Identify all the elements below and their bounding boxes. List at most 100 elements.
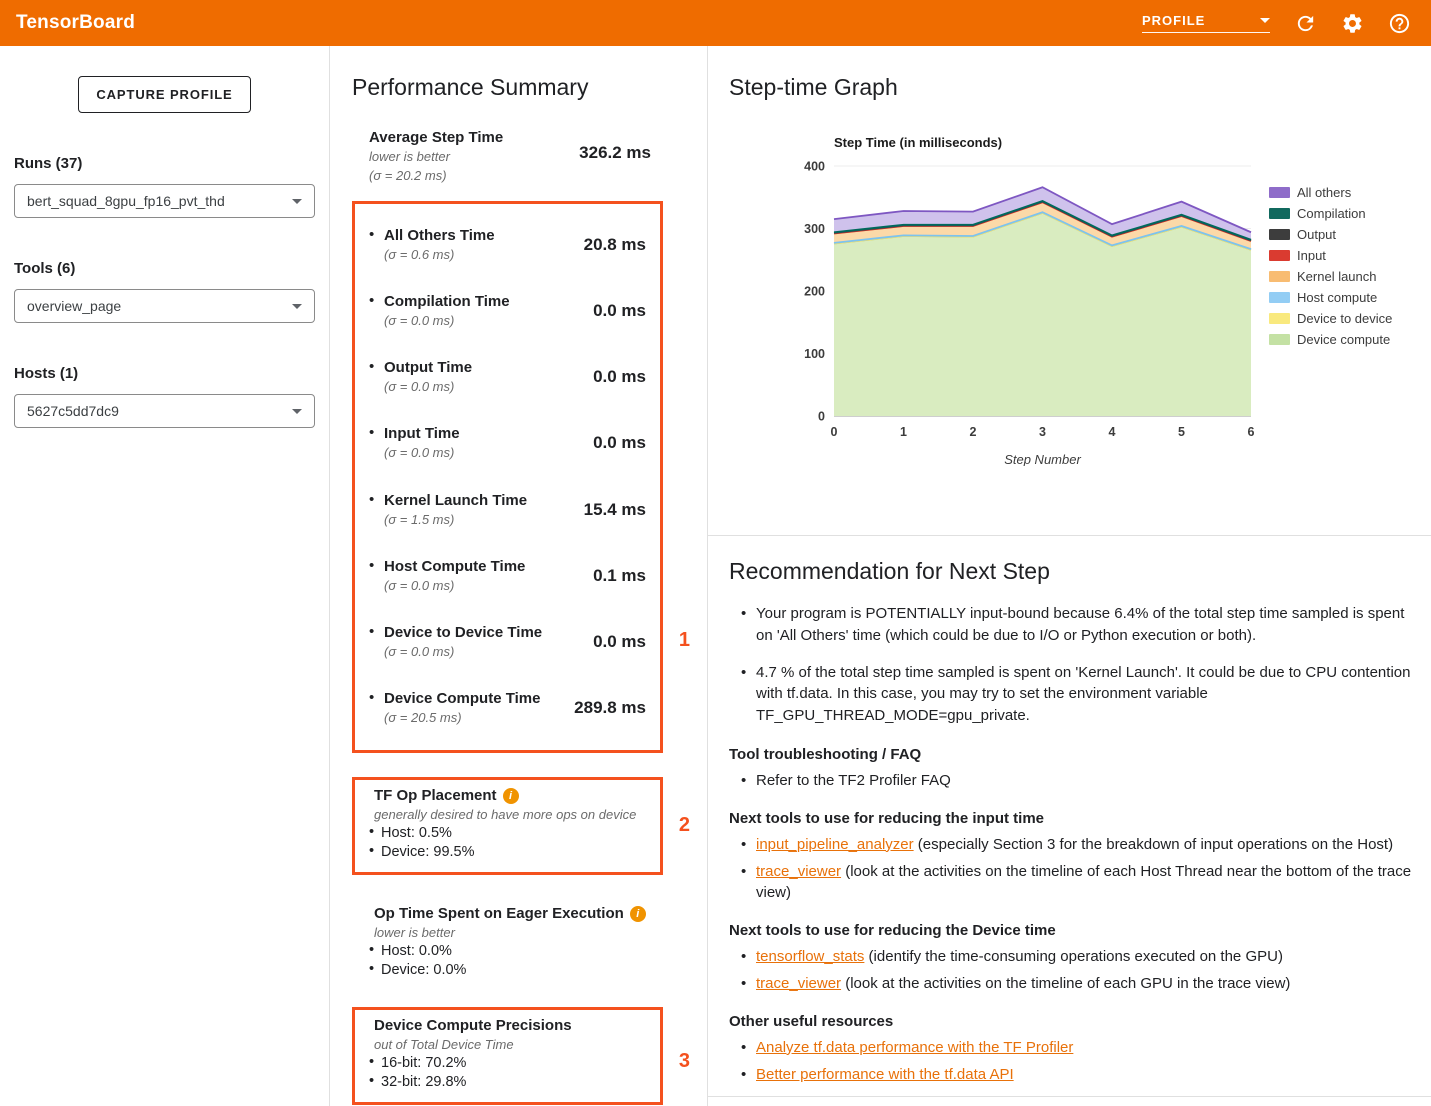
tfdata-api-link[interactable]: Better performance with the tf.data API [756, 1066, 1014, 1083]
annotation-box-1: 1 All Others Time (σ = 0.6 ms) 20.8 ms C… [352, 201, 663, 753]
metric-value: 0.0 ms [593, 301, 646, 321]
metric-label: All Others Time [384, 227, 495, 244]
eager-host: Host: 0.0% [367, 942, 663, 962]
rec-list-item: Better performance with the tf.data API [737, 1064, 1413, 1085]
chevron-down-icon [1260, 18, 1270, 23]
rec-list-item: input_pipeline_analyzer (especially Sect… [737, 834, 1413, 855]
rec-list-item: tensorflow_stats (identify the time-cons… [737, 946, 1413, 967]
svg-text:0: 0 [831, 425, 838, 439]
rec-list-item: trace_viewer (look at the activities on … [737, 861, 1413, 903]
runs-select[interactable]: bert_squad_8gpu_fp16_pvt_thd [14, 184, 315, 218]
metric-label: Device Compute Time [384, 690, 540, 707]
settings-gear-icon[interactable] [1341, 12, 1364, 35]
runs-label: Runs (37) [14, 155, 315, 172]
eager-subtitle: lower is better [374, 925, 663, 940]
annotation-number-1: 1 [679, 629, 690, 652]
rec-item-text: Refer to the TF2 Profiler FAQ [756, 772, 951, 789]
metric-row: Output Time (σ = 0.0 ms) 0.0 ms [369, 344, 646, 410]
metric-row: All Others Time (σ = 0.6 ms) 20.8 ms [369, 212, 646, 278]
svg-text:Step Time (in milliseconds): Step Time (in milliseconds) [834, 135, 1002, 150]
hosts-select-value: 5627c5dd7dc9 [27, 403, 119, 419]
rec-list-item: Refer to the TF2 Profiler FAQ [737, 770, 1413, 791]
metric-label: Kernel Launch Time [384, 492, 527, 509]
performance-summary-title: Performance Summary [352, 74, 663, 101]
svg-text:6: 6 [1248, 425, 1255, 439]
chevron-down-icon [292, 304, 302, 309]
sidebar: CAPTURE PROFILE Runs (37) bert_squad_8gp… [0, 46, 330, 1106]
app-title: TensorBoard [16, 12, 135, 34]
tf-op-placement-device: Device: 99.5% [367, 843, 648, 863]
chevron-down-icon [292, 409, 302, 414]
dashboard-selector[interactable]: PROFILE [1142, 13, 1270, 33]
legend-item: Compilation [1269, 207, 1392, 220]
recommendation-bullet: Your program is POTENTIALLY input-bound … [737, 603, 1413, 647]
annotation-box-2: 2 TF Op Placement generally desired to h… [352, 777, 663, 875]
legend-item: Host compute [1269, 291, 1392, 304]
precisions-title: Device Compute Precisions [374, 1017, 572, 1034]
performance-summary-panel: Performance Summary Average Step Time lo… [330, 46, 708, 1106]
info-icon[interactable] [503, 788, 519, 804]
svg-text:Step Number: Step Number [1004, 452, 1081, 466]
input-pipeline-analyzer-link[interactable]: input_pipeline_analyzer [756, 836, 914, 853]
rec-section-list: tensorflow_stats (identify the time-cons… [737, 946, 1413, 994]
legend-item: Input [1269, 249, 1392, 262]
recommendation-bullet: 4.7 % of the total step time sampled is … [737, 662, 1413, 727]
metric-label: Device to Device Time [384, 624, 542, 641]
metric-sigma: (σ = 0.0 ms) [384, 578, 525, 594]
metric-label: Compilation Time [384, 293, 510, 310]
metric-value: 15.4 ms [584, 500, 646, 520]
metric-sigma: (σ = 20.2 ms) [369, 168, 503, 184]
legend-label: Host compute [1297, 290, 1377, 305]
precisions-subtitle: out of Total Device Time [374, 1037, 648, 1052]
legend-item: Device to device [1269, 312, 1392, 325]
legend-label: Device compute [1297, 332, 1390, 347]
header-actions: PROFILE [1142, 12, 1411, 35]
tf-op-placement-host: Host: 0.5% [367, 824, 648, 844]
metric-row: Device to Device Time (σ = 0.0 ms) 0.0 m… [369, 609, 646, 675]
annotation-number-3: 3 [679, 1050, 690, 1073]
metric-value: 326.2 ms [579, 143, 651, 185]
rec-item-text: (look at the activities on the timeline … [841, 975, 1290, 992]
metric-sigma: (σ = 0.0 ms) [384, 445, 460, 461]
help-icon[interactable] [1388, 12, 1411, 35]
refresh-icon[interactable] [1294, 12, 1317, 35]
trace-viewer-link[interactable]: trace_viewer [756, 863, 841, 880]
step-time-graph-section: Step-time Graph 01002003004000123456Step… [708, 46, 1431, 536]
svg-text:0: 0 [818, 410, 825, 424]
rec-item-text: (identify the time-consuming operations … [864, 948, 1283, 965]
metric-value: 0.0 ms [593, 367, 646, 387]
legend-swatch [1269, 334, 1290, 345]
metric-label: Output Time [384, 359, 472, 376]
metric-value: 289.8 ms [574, 698, 646, 718]
hosts-select[interactable]: 5627c5dd7dc9 [14, 394, 315, 428]
trace-viewer-link[interactable]: trace_viewer [756, 975, 841, 992]
recommendation-section: Recommendation for Next Step Your progra… [708, 536, 1431, 1097]
legend-item: All others [1269, 186, 1392, 199]
svg-text:100: 100 [804, 347, 825, 361]
metric-value: 0.0 ms [593, 433, 646, 453]
tfdata-performance-link[interactable]: Analyze tf.data performance with the TF … [756, 1039, 1073, 1056]
legend-label: Kernel launch [1297, 269, 1377, 284]
step-time-chart: 01002003004000123456Step Time (in millis… [779, 131, 1259, 466]
svg-text:300: 300 [804, 222, 825, 236]
annotation-box-3: 3 Device Compute Precisions out of Total… [352, 1007, 663, 1105]
metric-label: Average Step Time [369, 129, 503, 146]
rec-section-heading: Next tools to use for reducing the Devic… [729, 922, 1413, 939]
legend-swatch [1269, 292, 1290, 303]
tensorflow-stats-link[interactable]: tensorflow_stats [756, 948, 864, 965]
eager-device: Device: 0.0% [367, 961, 663, 981]
metric-sigma: (σ = 1.5 ms) [384, 512, 527, 528]
metric-row: Host Compute Time (σ = 0.0 ms) 0.1 ms [369, 543, 646, 609]
main-content: CAPTURE PROFILE Runs (37) bert_squad_8gp… [0, 46, 1431, 1106]
metric-value: 20.8 ms [584, 235, 646, 255]
svg-text:400: 400 [804, 160, 825, 174]
legend-swatch [1269, 187, 1290, 198]
rec-item-text: (especially Section 3 for the breakdown … [914, 836, 1393, 853]
capture-profile-button[interactable]: CAPTURE PROFILE [78, 76, 250, 113]
legend-item: Output [1269, 228, 1392, 241]
info-icon[interactable] [630, 906, 646, 922]
metric-value: 0.0 ms [593, 632, 646, 652]
metric-sigma: (σ = 0.0 ms) [384, 379, 472, 395]
right-panel: Step-time Graph 01002003004000123456Step… [708, 46, 1431, 1106]
tools-select[interactable]: overview_page [14, 289, 315, 323]
